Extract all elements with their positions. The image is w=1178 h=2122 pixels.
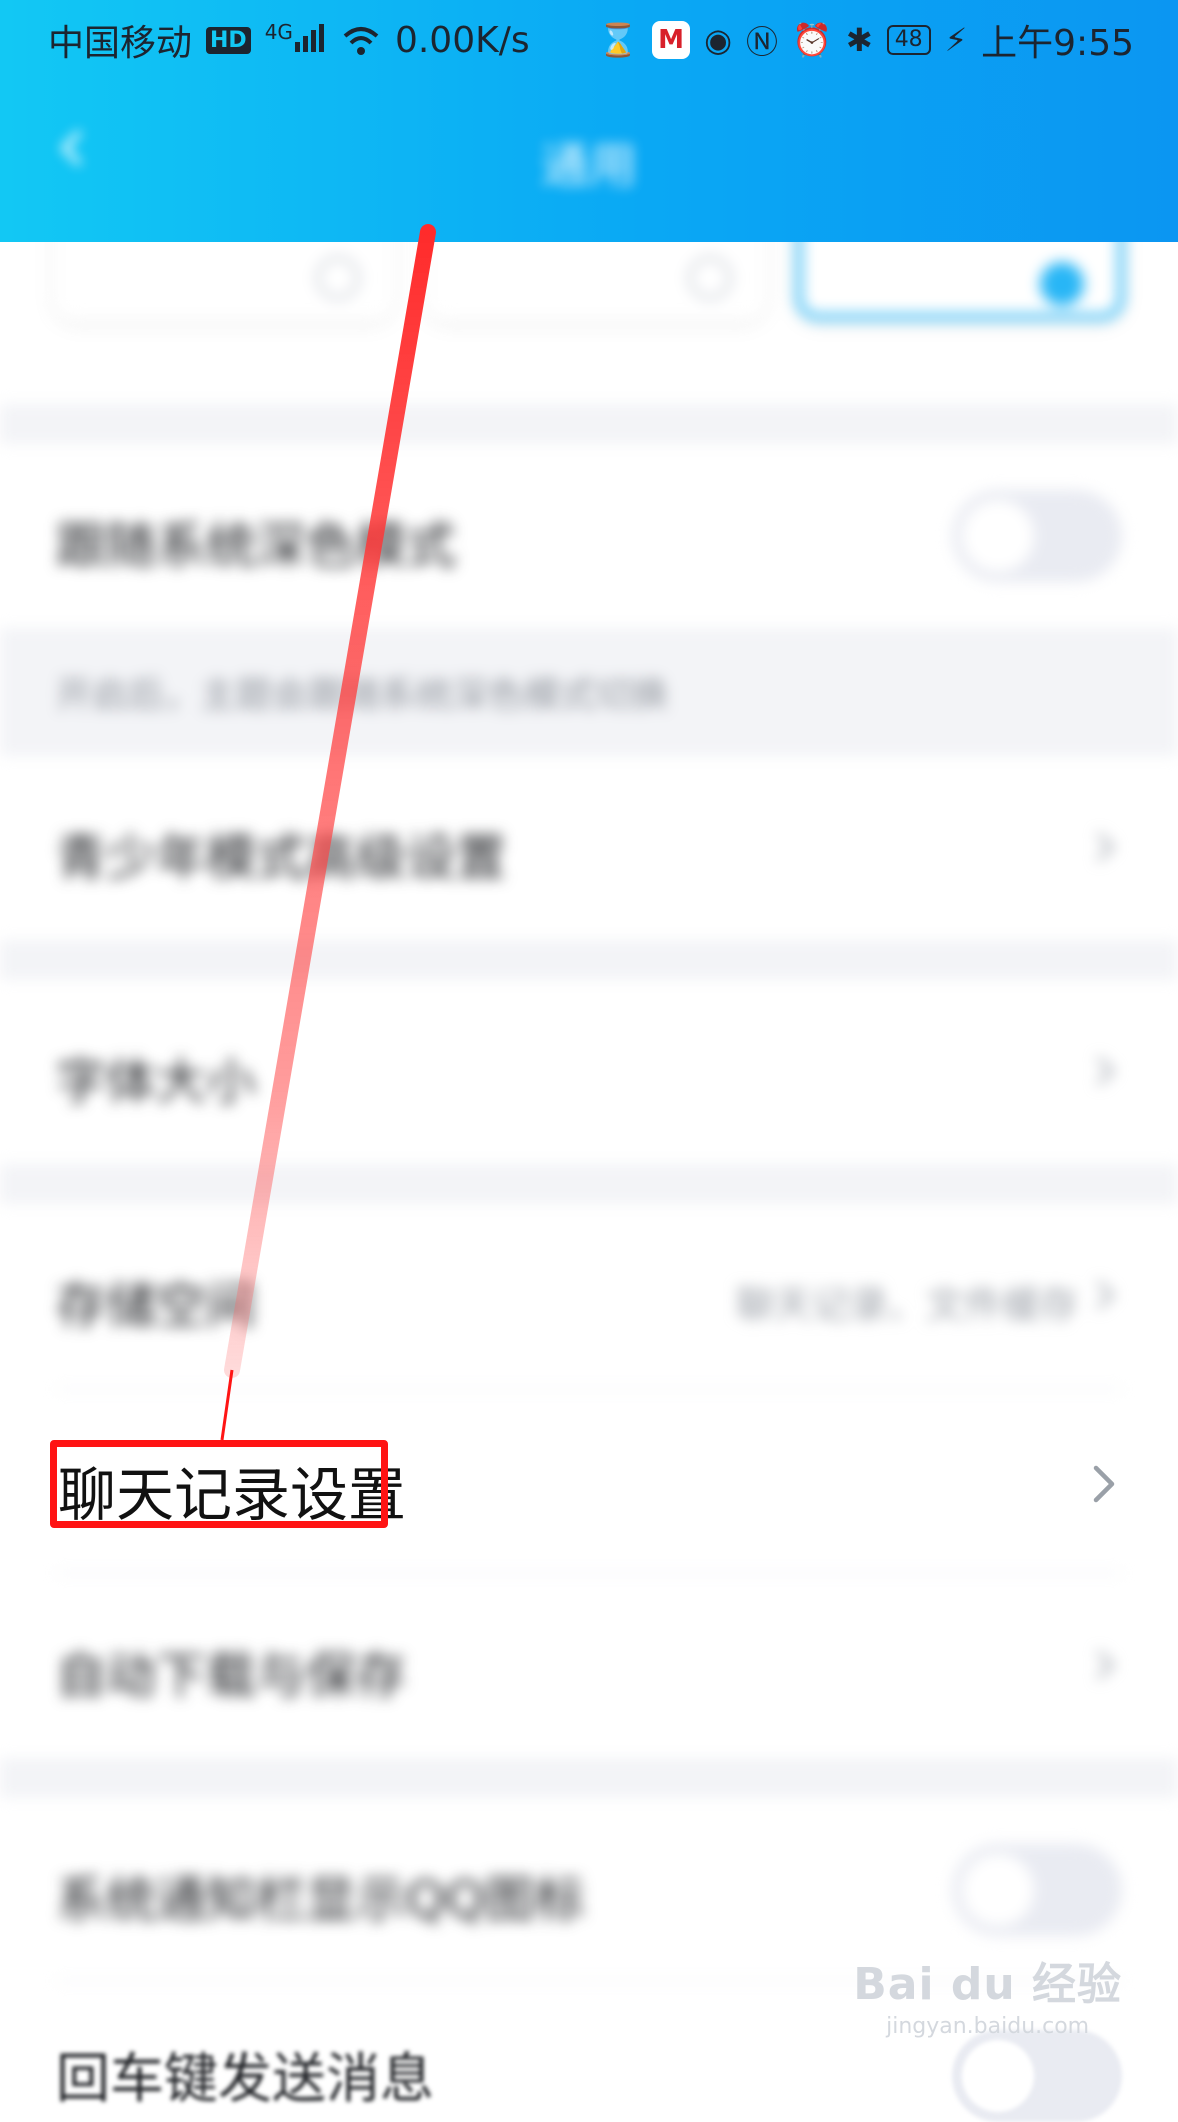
- chevron-right-icon: [1096, 1650, 1115, 1680]
- title-bar: 通用: [0, 92, 1178, 232]
- enter-send-toggle[interactable]: [952, 2030, 1122, 2122]
- status-left: 中国移动 HD 4G 0.00K/s: [48, 14, 530, 66]
- chevron-right-icon: [1093, 1465, 1115, 1503]
- radio-icon: [688, 256, 732, 300]
- watermark: Bai du 经验 jingyan.baidu.com: [853, 1948, 1122, 2039]
- dark-mode-hint: 开启后，主题会跟随系统深色模式切换: [56, 675, 669, 716]
- setting-storage[interactable]: 存储空间 聊天记录、文件缓存: [56, 1204, 1122, 1388]
- net-speed: 0.00K/s: [394, 19, 530, 61]
- eye-icon: ◉: [704, 21, 733, 59]
- section-gap: [0, 404, 1178, 444]
- app-header: 中国移动 HD 4G 0.00K/s ⌛ M ◉ Ⓝ ⏰ ✱ 48 ⚡ 上午9:…: [0, 0, 1178, 242]
- setting-label: 跟随系统深色模式: [56, 517, 456, 575]
- setting-dark-mode-follow[interactable]: 跟随系统深色模式: [56, 444, 1122, 628]
- watermark-logo: Bai du 经验: [853, 1959, 1122, 2010]
- page-title: 通用: [540, 138, 637, 194]
- app-notification-icon: M: [652, 21, 691, 59]
- notification-icon-toggle[interactable]: [952, 1844, 1122, 1936]
- signal-icon: 4G: [265, 20, 327, 61]
- setting-label: 字体大小: [56, 1053, 256, 1111]
- radio-icon: [316, 256, 360, 300]
- setting-font-size[interactable]: 字体大小: [56, 980, 1122, 1164]
- watermark-url: jingyan.baidu.com: [886, 2014, 1090, 2039]
- wifi-icon: [343, 27, 379, 55]
- dark-mode-toggle[interactable]: [952, 490, 1122, 582]
- storage-value: 聊天记录、文件缓存: [735, 1283, 1078, 1327]
- setting-label: 回车键发送消息: [56, 2047, 434, 2110]
- status-right: ⌛ M ◉ Ⓝ ⏰ ✱ 48 ⚡ 上午9:55: [598, 14, 1134, 66]
- setting-label: 系统通知栏显示QQ图标: [56, 1871, 585, 1929]
- clock: 上午9:55: [981, 23, 1134, 64]
- bluetooth-icon: ✱: [845, 21, 873, 59]
- setting-teen-mode[interactable]: 青少年模式高级设置: [56, 756, 1122, 940]
- settings-content: 跟随系统深色模式 开启后，主题会跟随系统深色模式切换 青少年模式高级设置 字体大…: [0, 0, 1178, 2122]
- hint-band: 开启后，主题会跟随系统深色模式切换: [0, 628, 1178, 756]
- highlight-box: [50, 1440, 388, 1528]
- signal-bars-icon: [294, 23, 324, 52]
- network-type: 4G: [264, 19, 293, 44]
- hd-badge: HD: [206, 26, 251, 54]
- divider: [56, 1388, 1122, 1390]
- chevron-right-icon: [1096, 832, 1115, 862]
- setting-auto-download[interactable]: 自动下载与保存: [56, 1574, 1122, 1758]
- radio-checked-icon: [1040, 262, 1084, 306]
- battery-icon: 48: [886, 25, 931, 55]
- status-bar: 中国移动 HD 4G 0.00K/s ⌛ M ◉ Ⓝ ⏰ ✱ 48 ⚡ 上午9:…: [0, 0, 1178, 80]
- alarm-icon: ⏰: [792, 21, 832, 59]
- chevron-right-icon: [1096, 1280, 1115, 1310]
- carrier-name: 中国移动: [48, 23, 193, 64]
- chevron-right-icon: [1096, 1056, 1115, 1086]
- section-gap: [0, 940, 1178, 980]
- section-gap: [0, 1758, 1178, 1798]
- setting-label: 青少年模式高级设置: [56, 829, 506, 887]
- setting-label: 自动下载与保存: [56, 1647, 406, 1705]
- setting-label: 存储空间: [56, 1277, 256, 1335]
- nfc-icon: Ⓝ: [746, 23, 779, 61]
- charging-icon: ⚡: [944, 21, 968, 59]
- section-gap: [0, 1164, 1178, 1204]
- hourglass-icon: ⌛: [598, 21, 639, 59]
